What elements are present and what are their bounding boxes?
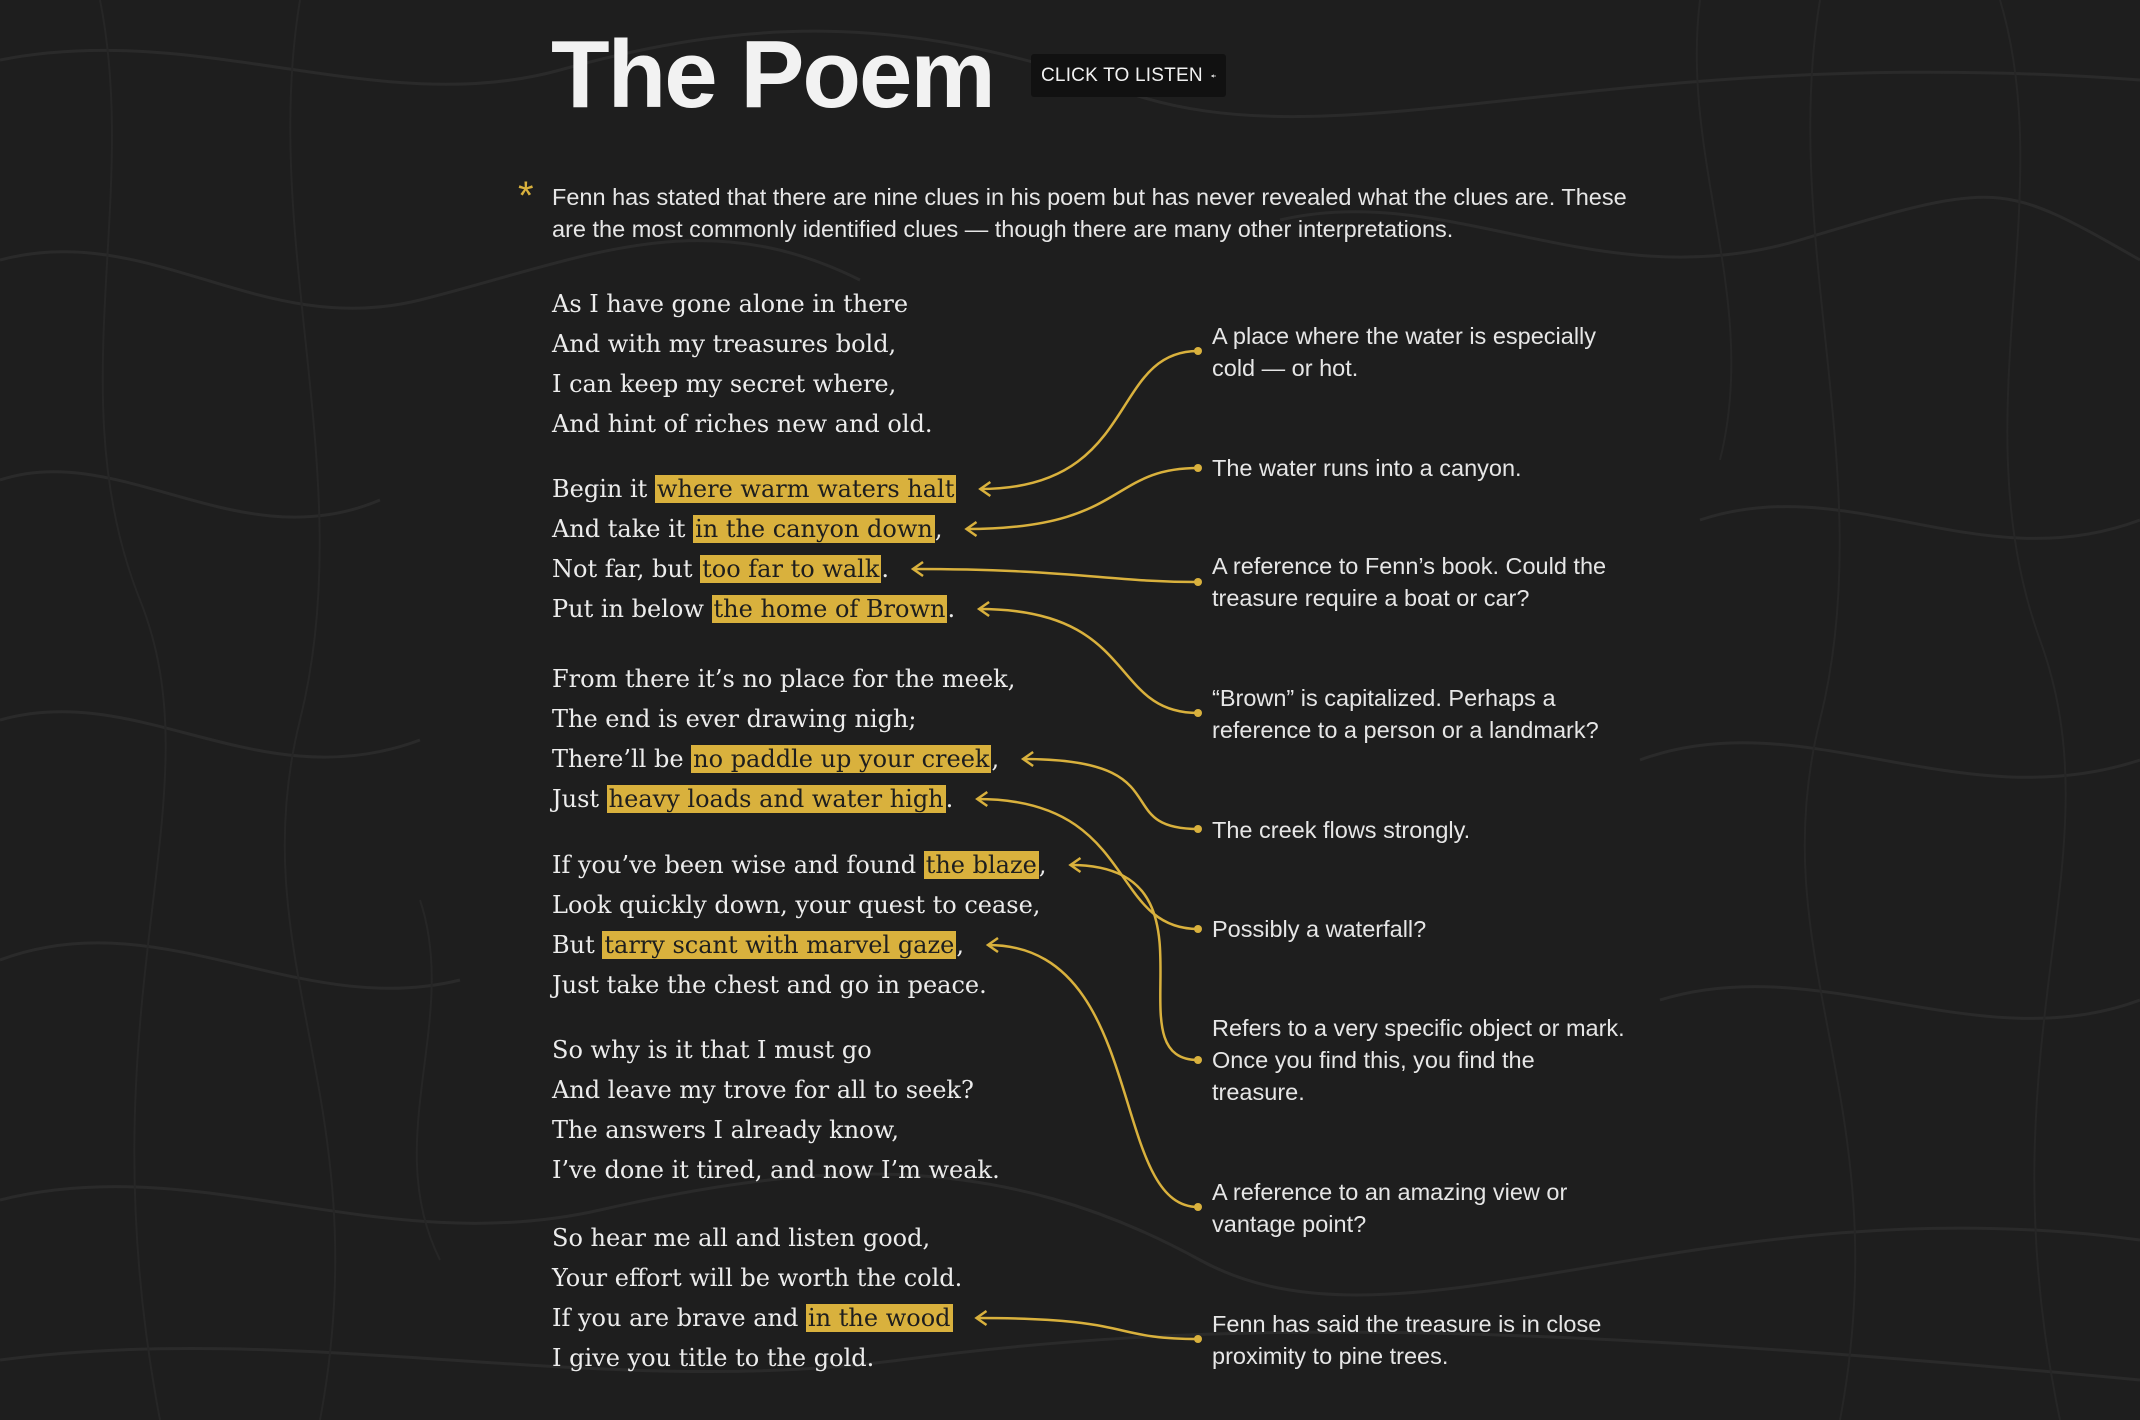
clue-note: “Brown” is capitalized. Perhaps a refere… bbox=[1212, 685, 1599, 743]
poem-line-text: So hear me all and listen good, bbox=[552, 1224, 931, 1252]
clue-note: The water runs into a canyon. bbox=[1212, 455, 1522, 481]
clue-note: A reference to an amazing view or vantag… bbox=[1212, 1179, 1568, 1237]
listen-button-label: CLICK TO LISTEN bbox=[1041, 64, 1203, 86]
intro-asterisk: * bbox=[518, 174, 534, 218]
poem-line: There’ll be no paddle up your creek, bbox=[552, 742, 999, 776]
speaker-muted-icon bbox=[1211, 73, 1216, 78]
poem-line-text: There’ll be bbox=[552, 745, 692, 773]
clue-highlight: tarry scant with marvel gaze bbox=[602, 931, 957, 959]
poem-line: So why is it that I must go bbox=[552, 1033, 872, 1067]
poem-line-text: If you’ve been wise and found bbox=[552, 851, 924, 879]
poem-line-punctuation: . bbox=[945, 785, 954, 813]
poem-line-text: I give you title to the gold. bbox=[552, 1344, 875, 1372]
poem-line: If you are brave and in the wood bbox=[552, 1301, 953, 1335]
poem-line-text: Just bbox=[552, 785, 607, 813]
poem-line-text: And take it bbox=[552, 515, 694, 543]
poem-line: And leave my trove for all to seek? bbox=[552, 1073, 974, 1107]
poem-line-text: Look quickly down, your quest to cease, bbox=[552, 891, 1041, 919]
clue-note: A reference to Fenn’s book. Could the tr… bbox=[1212, 553, 1607, 611]
poem-line: Look quickly down, your quest to cease, bbox=[552, 888, 1040, 922]
poem-line: And take it in the canyon down, bbox=[552, 512, 943, 546]
poem-line-punctuation: , bbox=[934, 515, 943, 543]
poem-line-text: Your effort will be worth the cold. bbox=[552, 1264, 963, 1292]
poem-line: Just heavy loads and water high. bbox=[552, 782, 953, 816]
clue-highlight: too far to walk bbox=[700, 555, 882, 583]
poem-line: And with my treasures bold, bbox=[552, 327, 896, 361]
page-title: The Poem bbox=[551, 21, 996, 128]
intro-text: Fenn has stated that there are nine clue… bbox=[552, 184, 1627, 242]
poem-line-text: I’ve done it tired, and now I’m weak. bbox=[552, 1156, 1000, 1184]
poem-line-text: I can keep my secret where, bbox=[552, 370, 897, 398]
poem-line: The answers I already know, bbox=[552, 1113, 899, 1147]
clue-highlight: in the canyon down bbox=[693, 515, 935, 543]
poem-line: If you’ve been wise and found the blaze, bbox=[552, 848, 1046, 882]
poem-line-punctuation: , bbox=[956, 931, 964, 959]
poem-line-punctuation: . bbox=[881, 555, 890, 583]
poem-line: The end is ever drawing nigh; bbox=[552, 702, 917, 736]
clue-highlight: where warm waters halt bbox=[654, 475, 957, 503]
poem-line: Begin it where warm waters halt bbox=[552, 472, 957, 506]
poem-line-text: Just take the chest and go in peace. bbox=[552, 971, 987, 999]
poem-line: Just take the chest and go in peace. bbox=[552, 968, 987, 1002]
poem-line-punctuation: , bbox=[991, 745, 1000, 773]
poem-line-text: Begin it bbox=[552, 475, 655, 503]
poem-line-text: And hint of riches new and old. bbox=[552, 410, 933, 438]
poem-line-text: So why is it that I must go bbox=[552, 1036, 872, 1064]
clue-highlight: no paddle up your creek bbox=[691, 745, 992, 773]
clue-highlight: in the wood bbox=[806, 1304, 953, 1332]
poem-line: As I have gone alone in there bbox=[552, 287, 908, 321]
poem-line: Put in below the home of Brown. bbox=[552, 592, 955, 626]
poem-line: From there it’s no place for the meek, bbox=[552, 662, 1015, 696]
clue-note: Possibly a waterfall? bbox=[1212, 916, 1427, 942]
poem-line-text: But bbox=[552, 931, 603, 959]
listen-button[interactable]: CLICK TO LISTEN bbox=[1031, 54, 1226, 97]
poem-line-text: Put in below bbox=[552, 595, 712, 623]
clue-note: Fenn has said the treasure is in close p… bbox=[1212, 1311, 1602, 1369]
poem-line: I’ve done it tired, and now I’m weak. bbox=[552, 1153, 1000, 1187]
clue-note: The creek flows strongly. bbox=[1212, 817, 1471, 843]
poem-line-text: As I have gone alone in there bbox=[552, 290, 909, 318]
poem-line: I can keep my secret where, bbox=[552, 367, 896, 401]
poem-line-text: Not far, but bbox=[552, 555, 701, 583]
clue-note: Refers to a very specific object or mark… bbox=[1212, 1015, 1625, 1105]
poem-line: So hear me all and listen good, bbox=[552, 1221, 930, 1255]
poem-line: I give you title to the gold. bbox=[552, 1341, 874, 1375]
clue-highlight: the blaze bbox=[923, 851, 1039, 879]
poem-line: But tarry scant with marvel gaze, bbox=[552, 928, 964, 962]
poem-line-text: From there it’s no place for the meek, bbox=[552, 665, 1016, 693]
poem-line: Not far, but too far to walk. bbox=[552, 552, 889, 586]
poem-line-text: And with my treasures bold, bbox=[552, 330, 897, 358]
poem-line-text: The answers I already know, bbox=[552, 1116, 899, 1144]
poem-line-text: And leave my trove for all to seek? bbox=[552, 1076, 974, 1104]
poem-line-text: If you are brave and bbox=[552, 1304, 806, 1332]
clue-highlight: the home of Brown bbox=[711, 595, 948, 623]
poem-line: And hint of riches new and old. bbox=[552, 407, 933, 441]
poem-line: Your effort will be worth the cold. bbox=[552, 1261, 962, 1295]
clue-note: A place where the water is especially co… bbox=[1212, 323, 1597, 381]
poem-line-punctuation: . bbox=[947, 595, 956, 623]
poem-line-punctuation: , bbox=[1038, 851, 1047, 879]
page: The Poem CLICK TO LISTEN * Fenn has stat… bbox=[0, 0, 2140, 1420]
clue-highlight: heavy loads and water high bbox=[606, 785, 946, 813]
poem-line-text: The end is ever drawing nigh; bbox=[552, 705, 917, 733]
